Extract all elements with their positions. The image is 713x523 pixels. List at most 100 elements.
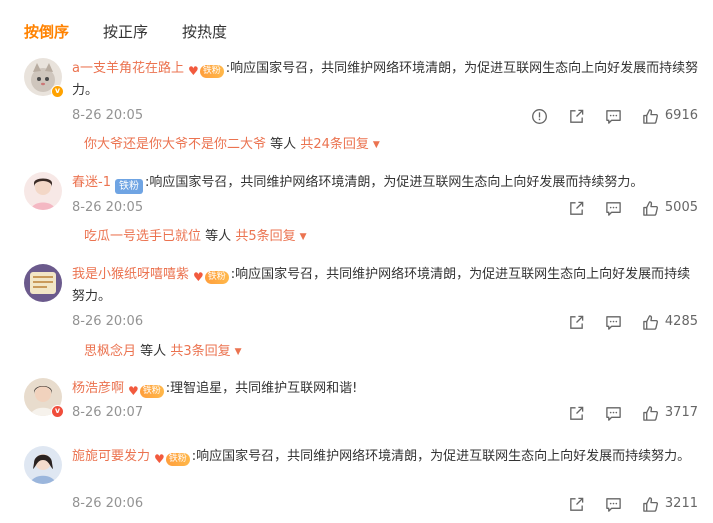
like-button[interactable]: 3211 [642, 494, 698, 514]
like-button[interactable]: 6916 [642, 106, 698, 126]
caret-down-icon: ▼ [234, 347, 242, 357]
reply-middle: 等人 [270, 137, 297, 152]
avatar[interactable]: v [24, 58, 64, 98]
caret-down-icon: ▼ [299, 232, 307, 242]
share-button[interactable] [568, 314, 585, 331]
comment-username[interactable]: 杨浩彦啊 [72, 381, 124, 396]
like-button[interactable]: 5005 [642, 198, 698, 218]
reply-username[interactable]: 你大爷还是你大爷不是你二大爷 [84, 137, 266, 152]
comment-content: :响应国家号召，共同维护网络环境清朗，为促进互联网生态向上向好发展而持续努力。 [144, 175, 644, 190]
avatar-image [24, 264, 62, 302]
fan-badge-label: 铁粉 [139, 384, 164, 398]
like-count: 3211 [664, 496, 698, 511]
comment-time: 8-26 20:06 [72, 496, 144, 511]
avatar[interactable] [24, 172, 62, 210]
comment-button[interactable] [605, 200, 622, 217]
comment-actions: 5005 [568, 198, 698, 218]
like-count: 5005 [664, 200, 698, 215]
report-icon [531, 108, 547, 124]
comment-username[interactable]: 我是小猴纸呀嘻嘻紫 [72, 267, 189, 282]
verified-badge-icon: v [51, 85, 64, 98]
comment-button[interactable] [605, 314, 622, 331]
like-button[interactable]: 3717 [642, 403, 698, 423]
like-button[interactable]: 4285 [642, 312, 698, 332]
comment-username[interactable]: a一支羊角花在路上 [72, 61, 184, 76]
fan-badge-label: 铁粉 [199, 64, 224, 78]
share-button[interactable] [568, 496, 585, 513]
reply-middle: 等人 [205, 229, 232, 244]
reply-count[interactable]: 共24条回复 [300, 137, 369, 152]
comment-actions: 3717 [568, 403, 698, 423]
fan-badge: ♥ 铁粉 [128, 383, 164, 399]
avatar-image [24, 172, 62, 210]
comment-text: a一支羊角花在路上 ♥ 铁粉:响应国家号召，共同维护网络环境清朗，为促进互联网生态向… [72, 58, 702, 102]
like-icon [643, 405, 658, 421]
comment-body: 杨浩彦啊 ♥ 铁粉:理智追星，共同维护互联网和谐! [72, 378, 702, 400]
like-icon [643, 108, 658, 124]
comment-time: 8-26 20:07 [72, 405, 144, 420]
comment-username[interactable]: 旎旎可要发力 [72, 449, 150, 464]
verified-badge-icon: v [51, 405, 64, 418]
comment-content: :理智追星，共同维护互联网和谐! [165, 381, 358, 396]
comment-time: 8-26 20:06 [72, 314, 144, 329]
reply-preview[interactable]: 吃瓜一号选手已就位 等人 共5条回复 ▼ [84, 227, 307, 247]
comment-text: 春迷-1 铁粉:响应国家号召，共同维护网络环境清朗，为促进互联网生态向上向好发展而… [72, 172, 702, 195]
comment-time: 8-26 20:05 [72, 200, 144, 215]
avatar[interactable] [24, 446, 62, 484]
comment-actions: 3211 [568, 494, 698, 514]
tab-sort-hot[interactable]: 按热度 [182, 20, 227, 44]
comment-time: 8-26 20:05 [72, 108, 144, 123]
reply-preview[interactable]: 思枫念月 等人 共3条回复 ▼ [84, 342, 242, 362]
comment-text: 我是小猴纸呀嘻嘻紫 ♥ 铁粉:响应国家号召，共同维护网络环境清朗，为促进互联网生态向… [72, 264, 702, 308]
avatar[interactable] [24, 264, 62, 302]
comment-button[interactable] [605, 496, 622, 513]
report-button[interactable] [531, 108, 548, 125]
fan-heart-icon: ♥ [187, 64, 199, 78]
comment-icon [606, 109, 621, 124]
like-count: 4285 [664, 314, 698, 329]
comment-actions: 6916 [531, 106, 698, 126]
fan-badge: ♥ 铁粉 [188, 63, 224, 79]
reply-count[interactable]: 共5条回复 [235, 229, 295, 244]
avatar[interactable]: v [24, 378, 64, 418]
fan-heart-icon: ♥ [128, 384, 139, 398]
fan-badge: ♥ 铁粉 [154, 451, 190, 467]
comment-meta: 8-26 20:06 4285 [72, 312, 702, 332]
share-icon [570, 201, 584, 215]
avatar-image [24, 446, 62, 484]
comment-meta: 8-26 20:05 6916 [72, 106, 702, 126]
share-icon [570, 315, 584, 329]
comment-meta: 8-26 20:06 3211 [72, 494, 702, 514]
comment-content: :响应国家号召，共同维护网络环境清朗，为促进互联网生态向上向好发展而持续努力。 [191, 449, 691, 464]
tab-sort-asc[interactable]: 按正序 [103, 20, 148, 44]
like-icon [643, 314, 658, 330]
comment-button[interactable] [605, 405, 622, 422]
share-icon [570, 109, 584, 123]
comment-button[interactable] [605, 108, 622, 125]
reply-middle: 等人 [140, 344, 167, 359]
share-button[interactable] [568, 405, 585, 422]
comment-body: a一支羊角花在路上 ♥ 铁粉:响应国家号召，共同维护网络环境清朗，为促进互联网生态向… [72, 58, 702, 102]
reply-count[interactable]: 共3条回复 [170, 344, 230, 359]
comment-icon [606, 201, 621, 216]
comment-body: 春迷-1 铁粉:响应国家号召，共同维护网络环境清朗，为促进互联网生态向上向好发展而… [72, 172, 702, 195]
share-icon [570, 497, 584, 511]
fan-badge-label: 铁粉 [114, 179, 143, 194]
reply-username[interactable]: 吃瓜一号选手已就位 [84, 229, 201, 244]
tab-sort-desc[interactable]: 按倒序 [24, 20, 69, 44]
fan-badge: 铁粉 [114, 179, 143, 195]
comment-actions: 4285 [568, 312, 698, 332]
share-button[interactable] [568, 200, 585, 217]
comment-body: 旎旎可要发力 ♥ 铁粉:响应国家号召，共同维护网络环境清朗，为促进互联网生态向上向好… [72, 446, 702, 468]
share-icon [570, 406, 584, 420]
reply-preview[interactable]: 你大爷还是你大爷不是你二大爷 等人 共24条回复 ▼ [84, 135, 380, 155]
sort-tabs: 按倒序 按正序 按热度 [24, 20, 227, 44]
comment-username[interactable]: 春迷-1 [72, 175, 111, 190]
comment-meta: 8-26 20:07 3717 [72, 403, 702, 423]
reply-username[interactable]: 思枫念月 [84, 344, 136, 359]
caret-down-icon: ▼ [372, 140, 380, 150]
comment-text: 旎旎可要发力 ♥ 铁粉:响应国家号召，共同维护网络环境清朗，为促进互联网生态向上向好… [72, 446, 702, 468]
fan-heart-icon: ♥ [193, 270, 204, 284]
comment-icon [606, 406, 621, 421]
share-button[interactable] [568, 108, 585, 125]
